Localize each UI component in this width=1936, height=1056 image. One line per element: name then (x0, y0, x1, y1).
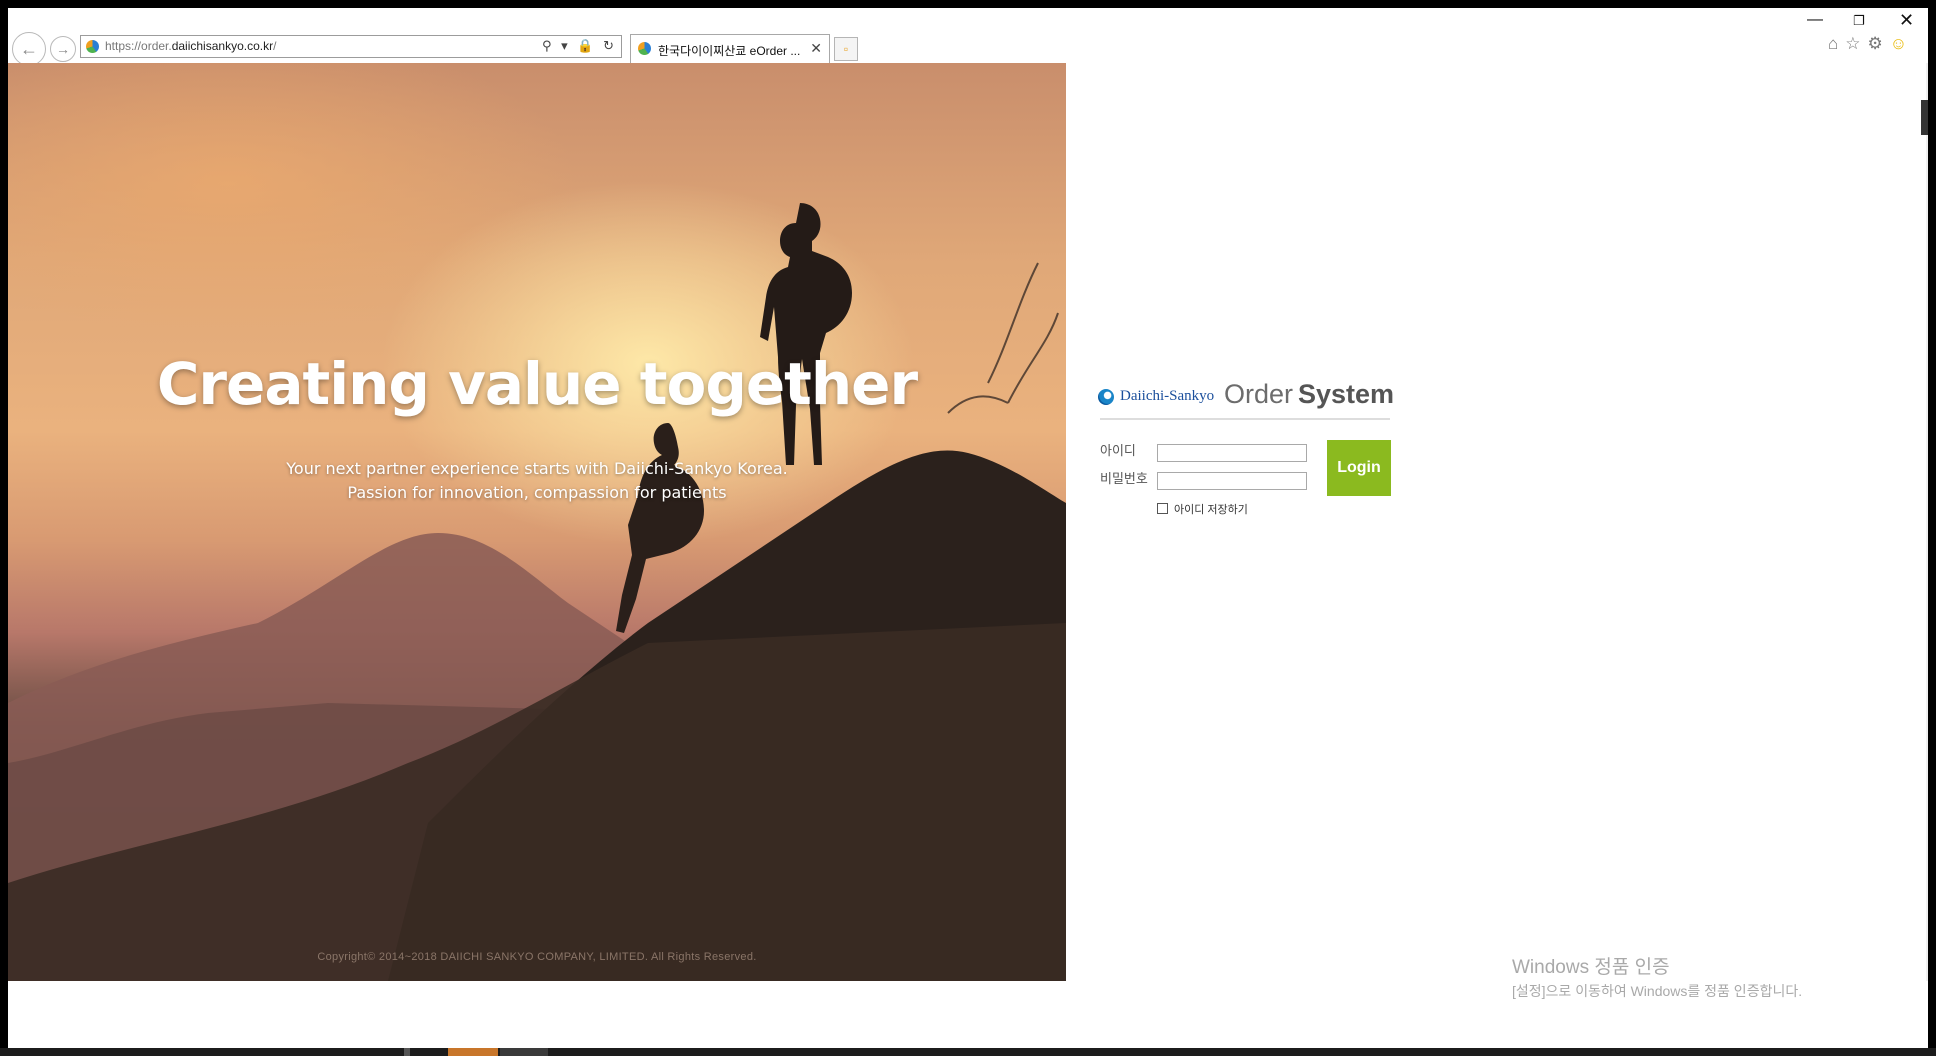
login-panel: Daiichi-Sankyo Order System 아이디 비밀번호 아이디… (1092, 368, 1395, 528)
browser-chrome: ← → https://order.daiichisankyo.co.kr/ ⚲… (8, 8, 1928, 66)
brand-divider (1100, 418, 1390, 420)
close-window-icon[interactable]: ✕ (1899, 10, 1914, 31)
favorites-star-icon[interactable]: ☆ (1845, 34, 1867, 53)
tab-favicon-icon (638, 42, 651, 55)
id-input[interactable] (1157, 444, 1307, 462)
remember-id-label[interactable]: 아이디 저장하기 (1174, 501, 1248, 517)
url-prefix: https://order. (105, 39, 172, 53)
arrow-left-icon: ← (20, 39, 38, 59)
address-bar[interactable]: https://order.daiichisankyo.co.kr/ ⚲ ▾ 🔒… (80, 35, 622, 58)
brand-company-name: Daiichi-Sankyo (1120, 388, 1215, 404)
password-label: 비밀번호 (1100, 471, 1148, 486)
new-tab-button[interactable]: ▫ (834, 37, 858, 61)
home-icon[interactable]: ⌂ (1828, 34, 1845, 53)
hero-title: Creating value together (156, 350, 918, 418)
page-scrollbar[interactable] (1926, 63, 1928, 981)
password-input[interactable] (1157, 472, 1307, 490)
restore-icon[interactable]: ❐ (1853, 13, 1865, 29)
site-favicon-icon (86, 40, 99, 53)
brand-system-text: System (1298, 379, 1395, 409)
hero-subtitle-line2: Passion for innovation, compassion for p… (347, 483, 727, 502)
taskbar-item[interactable] (500, 1048, 548, 1056)
activation-subtitle: [설정]으로 이동하여 Windows를 정품 인증합니다. (1512, 983, 1803, 999)
scrollbar-thumb[interactable] (1921, 100, 1928, 135)
browser-window: ← → https://order.daiichisankyo.co.kr/ ⚲… (8, 8, 1928, 1048)
activation-title: Windows 정품 인증 (1512, 957, 1670, 978)
back-button[interactable]: ← (12, 32, 46, 66)
browser-toolbar: ⌂☆⚙☺ (1828, 34, 1914, 54)
hero-subtitle-line1: Your next partner experience starts with… (286, 459, 788, 478)
remember-id-checkbox[interactable] (1157, 503, 1168, 514)
minimize-icon[interactable]: — (1807, 11, 1823, 29)
brand-order-text: Order (1224, 379, 1294, 409)
url-suffix: / (273, 39, 277, 53)
hero-banner: Creating value together Your next partne… (8, 63, 1066, 981)
id-label: 아이디 (1100, 443, 1136, 458)
feedback-smiley-icon[interactable]: ☺ (1890, 34, 1914, 53)
login-button[interactable]: Login (1327, 440, 1391, 496)
address-bar-icons[interactable]: ⚲ ▾ 🔒 ↻ (542, 38, 617, 54)
copyright-text: Copyright© 2014~2018 DAIICHI SANKYO COMP… (317, 951, 757, 963)
tab-eorder[interactable]: 한국다이이찌산쿄 eOrder ... ✕ (630, 34, 830, 63)
tab-title: 한국다이이찌산쿄 eOrder ... (658, 44, 801, 58)
taskbar-item[interactable] (404, 1048, 410, 1056)
windows-activation-watermark: Windows 정품 인증 [설정]으로 이동하여 Windows를 정품 인증… (1512, 952, 1802, 1001)
taskbar (0, 1048, 1936, 1056)
daiichi-sankyo-logo-icon (1098, 389, 1114, 405)
close-tab-icon[interactable]: ✕ (810, 40, 822, 57)
url-text[interactable]: https://order.daiichisankyo.co.kr/ (105, 39, 276, 53)
settings-gear-icon[interactable]: ⚙ (1868, 34, 1890, 53)
forward-button[interactable]: → (50, 36, 76, 62)
hero-landscape-image (8, 203, 1066, 981)
arrow-right-icon: → (56, 41, 70, 57)
taskbar-item-active[interactable] (448, 1048, 498, 1056)
url-domain: daiichisankyo.co.kr (171, 39, 274, 53)
